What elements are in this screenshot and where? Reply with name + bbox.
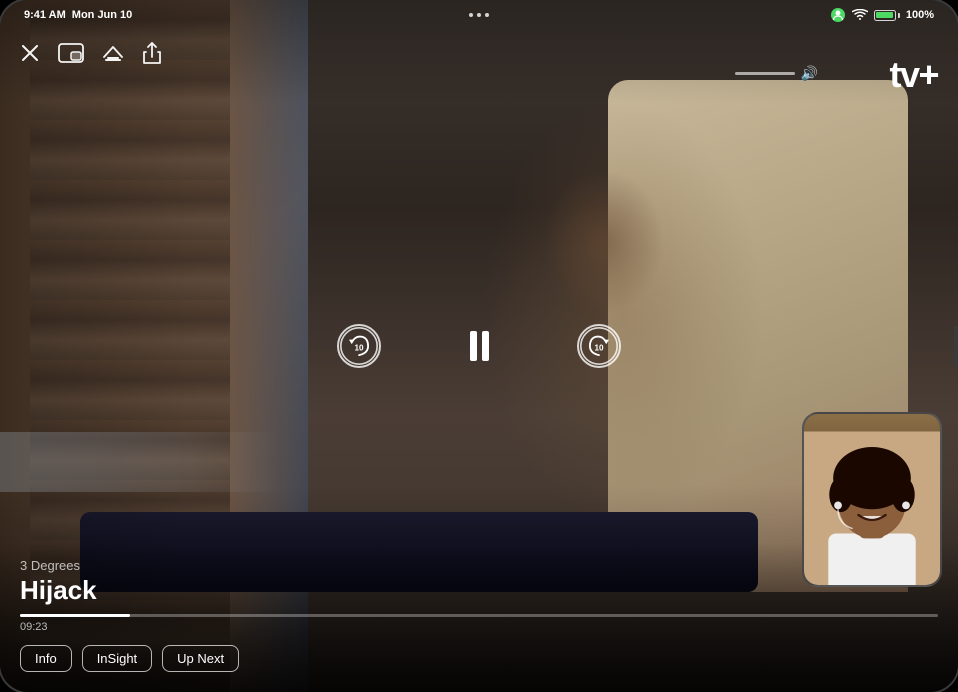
toolbar-left xyxy=(20,42,162,64)
progress-fill xyxy=(20,614,130,617)
battery-fill xyxy=(876,12,893,18)
volume-bar: 🔊 xyxy=(735,65,818,82)
close-button[interactable] xyxy=(20,43,40,63)
show-subtitle: 3 Degrees xyxy=(20,558,938,573)
svg-text:10: 10 xyxy=(354,344,364,353)
time-display: 09:23 xyxy=(20,621,938,633)
tv-plus-text: tv+ xyxy=(889,55,938,95)
close-icon xyxy=(20,43,40,63)
battery-body xyxy=(874,10,896,21)
facetime-person-view xyxy=(804,414,940,585)
show-title: Hijack xyxy=(20,575,938,606)
facetime-person-image xyxy=(804,429,940,587)
status-center xyxy=(469,13,489,17)
side-notch xyxy=(954,326,958,366)
ipad-frame: 9:41 AM Mon Jun 10 xyxy=(0,0,958,692)
status-dot-2 xyxy=(477,13,481,17)
progress-bar-container[interactable] xyxy=(20,614,938,617)
airplay-icon xyxy=(102,43,124,63)
status-dot-1 xyxy=(469,13,473,17)
skip-forward-icon: 10 xyxy=(579,324,619,368)
pip-button[interactable] xyxy=(58,43,84,63)
user-status-icon xyxy=(830,7,846,23)
pause-bars xyxy=(470,331,489,361)
playback-controls: 10 10 xyxy=(337,324,621,368)
status-right: 100% xyxy=(830,7,934,23)
facetime-overlay[interactable] xyxy=(802,412,942,587)
pause-bar-right xyxy=(482,331,489,361)
battery-icon xyxy=(874,10,900,21)
skip-forward-button[interactable]: 10 xyxy=(577,324,621,368)
pause-bar-left xyxy=(470,331,477,361)
up-next-button[interactable]: Up Next xyxy=(162,645,239,672)
pip-icon xyxy=(58,43,84,63)
apple-tv-logo: tv+ xyxy=(889,55,938,95)
share-button[interactable] xyxy=(142,42,162,64)
bottom-buttons: Info InSight Up Next xyxy=(20,645,938,672)
pause-button[interactable] xyxy=(461,328,497,364)
status-bar: 9:41 AM Mon Jun 10 xyxy=(0,0,958,30)
volume-icon: 🔊 xyxy=(801,65,818,82)
battery-percent: 100% xyxy=(906,9,934,21)
volume-line xyxy=(735,72,795,75)
skip-back-button[interactable]: 10 xyxy=(337,324,381,368)
status-time: 9:41 AM xyxy=(24,9,66,21)
status-date: Mon Jun 10 xyxy=(72,9,133,21)
wifi-icon xyxy=(852,9,868,21)
status-left: 9:41 AM Mon Jun 10 xyxy=(24,9,132,21)
svg-text:10: 10 xyxy=(594,344,604,353)
info-button[interactable]: Info xyxy=(20,645,72,672)
battery-tip xyxy=(898,13,900,18)
insight-button[interactable]: InSight xyxy=(82,645,152,672)
status-dot-3 xyxy=(485,13,489,17)
skip-back-icon: 10 xyxy=(339,324,379,368)
share-icon xyxy=(142,42,162,64)
airplay-button[interactable] xyxy=(102,43,124,63)
